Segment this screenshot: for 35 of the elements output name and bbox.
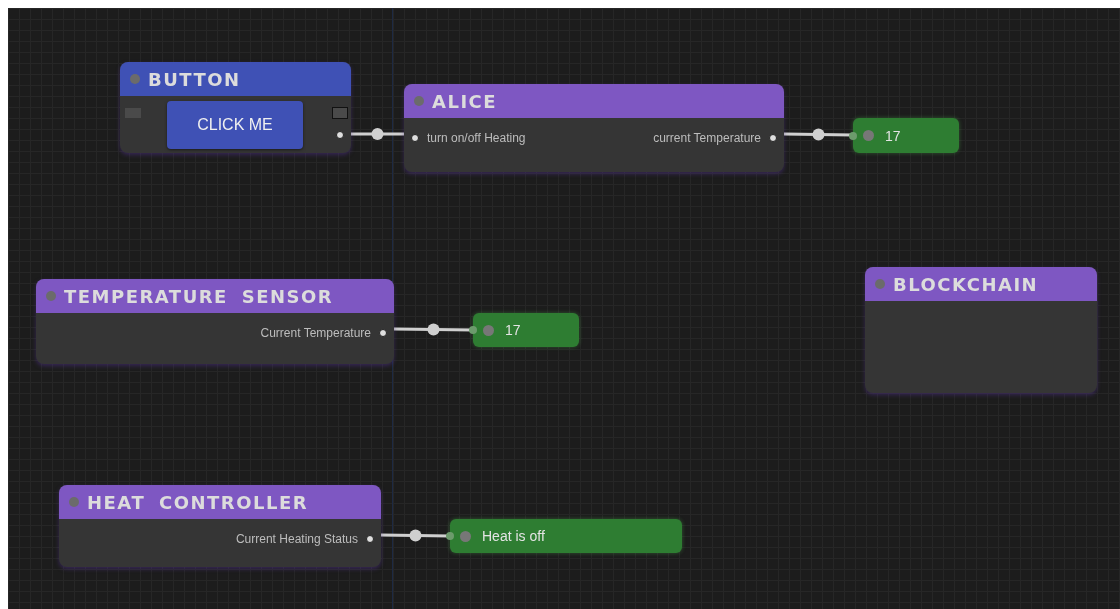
status-dot-icon xyxy=(460,530,471,542)
status-dot-icon xyxy=(863,130,874,141)
output-port[interactable] xyxy=(336,131,344,139)
header-dot-icon xyxy=(46,291,56,301)
port-label: current Temperature xyxy=(653,131,761,145)
display-value: 17 xyxy=(885,127,901,144)
node-title: TEMPERATURE SENSOR xyxy=(64,285,334,307)
display-value: Heat is off xyxy=(482,528,545,544)
input-port[interactable] xyxy=(469,326,477,334)
header-dot-icon xyxy=(414,96,424,106)
node-title: ALICE xyxy=(432,90,498,112)
node-header[interactable]: BUTTON xyxy=(120,62,351,96)
input-port[interactable] xyxy=(411,134,419,142)
output-port[interactable] xyxy=(379,329,387,337)
node-header[interactable]: TEMPERATURE SENSOR xyxy=(36,279,394,313)
status-dot-icon xyxy=(483,324,494,336)
input-port[interactable] xyxy=(446,532,454,540)
input-port[interactable] xyxy=(849,131,857,140)
display-value: 17 xyxy=(505,322,521,338)
output-port[interactable] xyxy=(366,535,374,543)
node-header[interactable]: ALICE xyxy=(404,84,784,118)
port-label: turn on/off Heating xyxy=(427,131,526,145)
node-header[interactable]: HEAT CONTROLLER xyxy=(59,485,381,519)
node-title: BLOCKCHAIN xyxy=(893,273,1039,295)
header-dot-icon xyxy=(130,74,140,84)
node-title: BUTTON xyxy=(148,68,241,90)
output-square-icon xyxy=(332,107,348,119)
header-dot-icon xyxy=(69,497,79,507)
click-me-button[interactable]: CLICK ME xyxy=(167,101,303,149)
header-dot-icon xyxy=(875,279,885,289)
port-label: Current Temperature xyxy=(260,326,371,340)
node-title: HEAT CONTROLLER xyxy=(87,491,309,513)
output-port[interactable] xyxy=(769,134,777,142)
port-label: Current Heating Status xyxy=(235,532,358,546)
node-header[interactable]: BLOCKCHAIN xyxy=(865,267,1097,301)
